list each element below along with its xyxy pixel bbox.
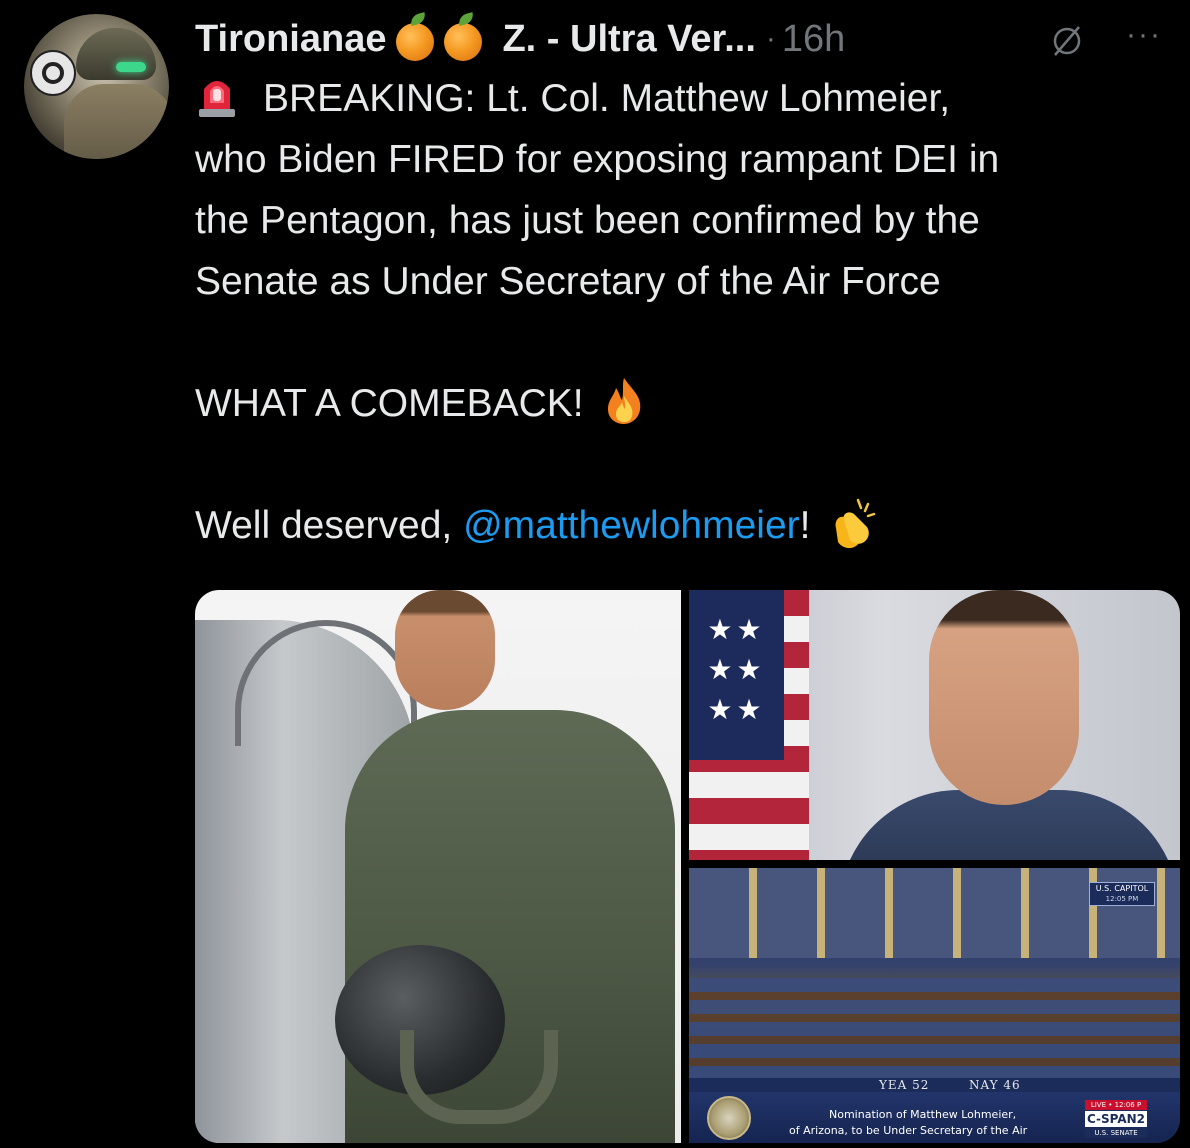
orange-emoji-icon	[396, 23, 435, 61]
network-logo: C-SPAN2	[1085, 1111, 1147, 1127]
photo-official-portrait[interactable]: ★★ ★★ ★★	[689, 590, 1180, 860]
chyron-line-2: of Arizona, to be Under Secretary of the…	[789, 1124, 1028, 1137]
tweet-exclamation: WHAT A COMEBACK!	[195, 382, 584, 425]
portrait-head	[929, 590, 1079, 805]
network-subtitle: U.S. SENATE	[1085, 1128, 1147, 1138]
separator-dot: ·	[765, 22, 776, 55]
pilot-head	[395, 590, 495, 710]
closing-suffix: !	[799, 504, 811, 547]
oxygen-hose	[400, 1030, 558, 1124]
live-indicator: LIVE • 12:06 P	[1085, 1100, 1147, 1110]
tweet-text-line: the Pentagon, has just been confirmed by…	[195, 199, 980, 242]
us-flag: ★★ ★★ ★★	[689, 590, 809, 860]
senate-seal-icon	[707, 1096, 751, 1140]
police-siren-icon	[199, 81, 235, 117]
flag-stars: ★★ ★★ ★★	[689, 590, 784, 760]
tweet-text-line: Senate as Under Secretary of the Air For…	[195, 260, 941, 303]
avatar-helmet	[76, 28, 156, 80]
author-secondary-name[interactable]: Z. - Ultra Ver...	[502, 18, 755, 61]
timestamp[interactable]: 16h	[782, 18, 845, 61]
orange-emoji-icon	[444, 23, 483, 61]
tweet-text-line: who Biden FIRED for exposing rampant DEI…	[195, 138, 1000, 181]
avatar-figure	[64, 84, 169, 159]
vote-tally-bar: YEA 52 NAY 46	[689, 1078, 1180, 1092]
jet-canopy	[235, 620, 417, 746]
photo-senate-vote[interactable]: U.S. CAPITOL 12:05 PM YEA 52 NAY 46 Nomi…	[689, 868, 1180, 1143]
tweet-text-line: BREAKING: Lt. Col. Matthew Lohmeier,	[263, 77, 951, 120]
tweet[interactable]: Tironianae Z. - Ultra Ver... · 16h ··· B…	[0, 0, 1190, 1148]
clapping-hands-icon	[836, 498, 876, 549]
tweet-header: Tironianae Z. - Ultra Ver... · 16h	[195, 14, 845, 64]
closing-text: Well deserved,	[195, 504, 464, 547]
capitol-tag: U.S. CAPITOL 12:05 PM	[1089, 882, 1155, 906]
tweet-closing-line: Well deserved, @matthewlohmeier!	[195, 495, 1175, 556]
author-display-name[interactable]: Tironianae	[195, 18, 386, 61]
capitol-time: 12:05 PM	[1105, 895, 1139, 903]
more-options-icon[interactable]: ···	[1126, 20, 1174, 50]
no-entry-icon	[1053, 26, 1081, 56]
vote-yea: YEA 52	[879, 1078, 930, 1092]
capitol-label: U.S. CAPITOL	[1095, 884, 1149, 893]
senate-floor-desks	[689, 978, 1180, 1078]
vote-nay: NAY 46	[969, 1078, 1021, 1092]
cspan-bug: LIVE • 12:06 P C-SPAN2 U.S. SENATE	[1079, 1100, 1159, 1140]
avatar-visor	[116, 62, 146, 72]
tweet-exclamation-line: WHAT A COMEBACK!	[195, 373, 1175, 434]
chyron-line-1: Nomination of Matthew Lohmeier,	[829, 1108, 1017, 1121]
tweet-text: BREAKING: Lt. Col. Matthew Lohmeier, who…	[195, 68, 1175, 556]
news-chyron: Nomination of Matthew Lohmeier, of Arizo…	[689, 1092, 1180, 1143]
media-grid[interactable]: ★★ ★★ ★★ U.S. CAPITOL 12:05 PM YEA 52 NAY …	[195, 590, 1180, 1143]
avatar-badge-icon	[30, 50, 76, 96]
avatar[interactable]	[24, 14, 169, 159]
tweet-line-1: BREAKING: Lt. Col. Matthew Lohmeier,	[195, 68, 1175, 129]
photo-pilot-with-jet[interactable]	[195, 590, 681, 1143]
mention-link[interactable]: @matthewlohmeier	[463, 504, 800, 547]
fire-icon	[607, 378, 640, 424]
